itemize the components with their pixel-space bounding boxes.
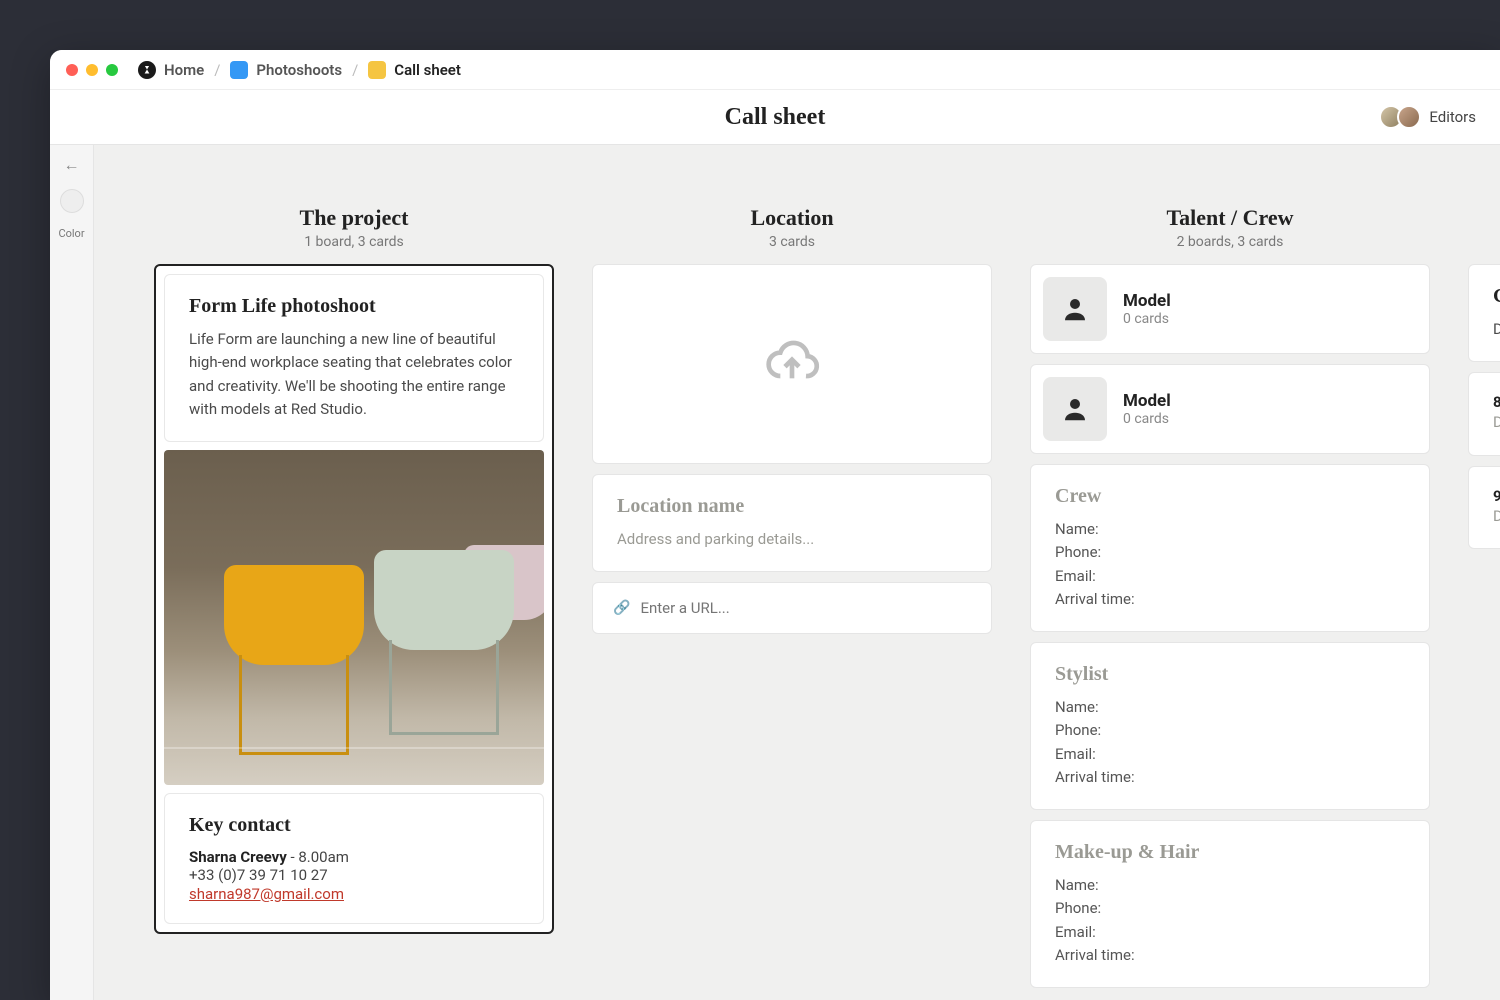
- breadcrumb-call-sheet-label: Call sheet: [394, 61, 461, 79]
- folder-icon: [230, 61, 248, 79]
- location-address-card[interactable]: Location name Address and parking detail…: [592, 474, 992, 572]
- breadcrumb-call-sheet[interactable]: Call sheet: [368, 61, 461, 79]
- card-title: Gener: [1493, 285, 1500, 308]
- breadcrumb-home[interactable]: Home: [138, 61, 204, 79]
- selected-card-group[interactable]: Form Life photoshoot Life Form are launc…: [154, 264, 554, 934]
- column-subtitle: 3 cards: [592, 234, 992, 250]
- url-input[interactable]: [640, 599, 971, 617]
- card-title: Stylist: [1055, 663, 1405, 686]
- key-contact-card[interactable]: Key contact Sharna Creevy - 8.00am +33 (…: [164, 793, 544, 924]
- stylist-card[interactable]: Stylist Name: Phone: Email: Arrival time…: [1030, 642, 1430, 810]
- project-photo[interactable]: [164, 450, 544, 785]
- window-topbar: Home / Photoshoots / Call sheet: [50, 50, 1500, 90]
- columns-row: The project 1 board, 3 cards Form Life p…: [154, 205, 1500, 1000]
- card-title: Form Life photoshoot: [189, 295, 519, 318]
- board-icon: [368, 61, 386, 79]
- editors-label: Editors: [1429, 108, 1476, 126]
- slot-details: Details: [1493, 411, 1500, 434]
- minimize-window-icon[interactable]: [86, 64, 98, 76]
- person-icon: [1043, 377, 1107, 441]
- person-icon: [1043, 277, 1107, 341]
- upload-image-card[interactable]: [592, 264, 992, 464]
- left-sidebar: ← Color: [50, 145, 94, 1000]
- back-arrow-icon[interactable]: ←: [64, 155, 80, 175]
- makeup-hair-card[interactable]: Make-up & Hair Name: Phone: Email: Arriv…: [1030, 820, 1430, 988]
- slot-details: Details: [1493, 505, 1500, 528]
- field-arrival: Arrival time:: [1055, 588, 1405, 611]
- field-phone: Phone:: [1055, 719, 1405, 742]
- location-url-card[interactable]: 🔗: [592, 582, 992, 634]
- location-name-label: Location name: [617, 495, 967, 518]
- upload-cloud-icon: [764, 334, 820, 394]
- column-subtitle: 1 board, 3 cards: [154, 234, 554, 250]
- breadcrumb-separator: /: [214, 61, 220, 79]
- column-header[interactable]: Talent / Crew 2 boards, 3 cards: [1030, 205, 1430, 250]
- editor-avatars: [1379, 105, 1421, 129]
- link-icon: 🔗: [613, 600, 630, 616]
- date-label: Date: [1493, 318, 1500, 341]
- card-title: Key contact: [189, 814, 519, 837]
- home-icon: [138, 61, 156, 79]
- model-card-count: 0 cards: [1123, 411, 1171, 427]
- close-window-icon[interactable]: [66, 64, 78, 76]
- canvas[interactable]: The project 1 board, 3 cards Form Life p…: [94, 145, 1500, 1000]
- editors-menu[interactable]: Editors: [1379, 105, 1476, 129]
- breadcrumb-home-label: Home: [164, 61, 204, 79]
- column-project: The project 1 board, 3 cards Form Life p…: [154, 205, 554, 1000]
- color-swatch[interactable]: [60, 189, 84, 213]
- project-description-card[interactable]: Form Life photoshoot Life Form are launc…: [164, 274, 544, 442]
- field-phone: Phone:: [1055, 897, 1405, 920]
- breadcrumb: Home / Photoshoots / Call sheet: [138, 61, 461, 79]
- slot-time: 9.00am –: [1493, 487, 1500, 505]
- card-title: Make-up & Hair: [1055, 841, 1405, 864]
- breadcrumb-photoshoots[interactable]: Photoshoots: [230, 61, 342, 79]
- card-body: Life Form are launching a new line of be…: [189, 328, 519, 421]
- model-board-card[interactable]: Model 0 cards: [1030, 364, 1430, 454]
- field-name: Name:: [1055, 874, 1405, 897]
- field-arrival: Arrival time:: [1055, 766, 1405, 789]
- column-talent-crew: Talent / Crew 2 boards, 3 cards Model 0 …: [1030, 205, 1430, 1000]
- column-header[interactable]: Location 3 cards: [592, 205, 992, 250]
- column-general: .. Gener Date 8.00am – Details 9.00am –: [1468, 205, 1500, 1000]
- app-window: Home / Photoshoots / Call sheet Call she…: [50, 50, 1500, 1000]
- contact-time: - 8.00am: [287, 848, 349, 866]
- field-arrival: Arrival time:: [1055, 944, 1405, 967]
- column-location: Location 3 cards Location name Address a…: [592, 205, 992, 1000]
- maximize-window-icon[interactable]: [106, 64, 118, 76]
- schedule-slot-card[interactable]: 9.00am – Details: [1468, 466, 1500, 549]
- card-title: Crew: [1055, 485, 1405, 508]
- model-card-count: 0 cards: [1123, 311, 1171, 327]
- crew-card[interactable]: Crew Name: Phone: Email: Arrival time:: [1030, 464, 1430, 632]
- model-name: Model: [1123, 291, 1171, 311]
- field-name: Name:: [1055, 696, 1405, 719]
- contact-email-link[interactable]: sharna987@gmail.com: [189, 885, 344, 903]
- traffic-lights: [66, 64, 118, 76]
- field-email: Email:: [1055, 921, 1405, 944]
- schedule-slot-card[interactable]: 8.00am – Details: [1468, 372, 1500, 455]
- page-title: Call sheet: [725, 104, 826, 131]
- model-board-card[interactable]: Model 0 cards: [1030, 264, 1430, 354]
- field-name: Name:: [1055, 518, 1405, 541]
- address-placeholder: Address and parking details...: [617, 528, 967, 551]
- workspace: ← Color The project 1 board, 3 cards For…: [50, 145, 1500, 1000]
- column-title: Talent / Crew: [1030, 205, 1430, 231]
- column-subtitle: 2 boards, 3 cards: [1030, 234, 1430, 250]
- field-phone: Phone:: [1055, 541, 1405, 564]
- breadcrumb-photoshoots-label: Photoshoots: [256, 61, 342, 79]
- contact-phone: +33 (0)7 39 71 10 27: [189, 866, 519, 884]
- avatar: [1397, 105, 1421, 129]
- subheader: Call sheet Editors: [50, 90, 1500, 145]
- slot-time: 8.00am –: [1493, 393, 1500, 411]
- breadcrumb-separator: /: [352, 61, 358, 79]
- column-title: Location: [592, 205, 992, 231]
- column-title: The project: [154, 205, 554, 231]
- color-label: Color: [58, 227, 84, 240]
- contact-name: Sharna Creevy: [189, 848, 287, 866]
- column-header[interactable]: The project 1 board, 3 cards: [154, 205, 554, 250]
- field-email: Email:: [1055, 565, 1405, 588]
- general-title-card[interactable]: Gener Date: [1468, 264, 1500, 362]
- model-name: Model: [1123, 391, 1171, 411]
- field-email: Email:: [1055, 743, 1405, 766]
